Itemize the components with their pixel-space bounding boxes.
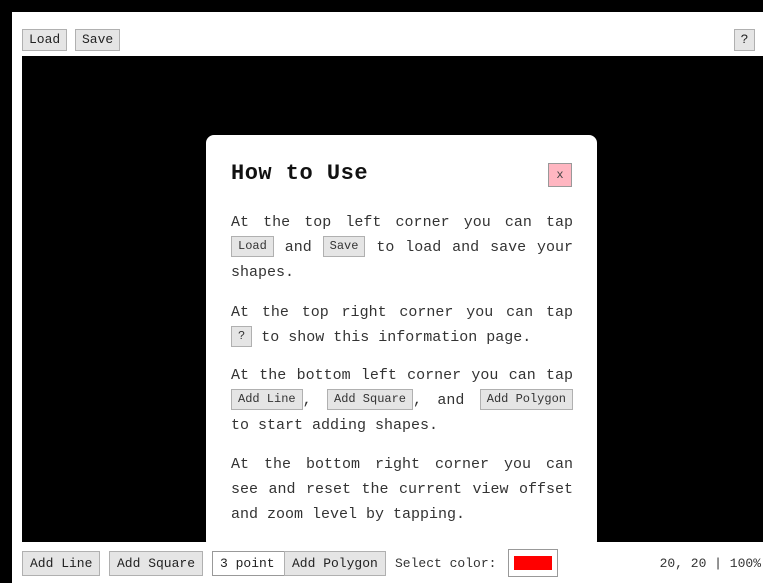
inline-add-line-button: Add Line <box>231 388 303 410</box>
add-square-button[interactable]: Add Square <box>109 551 204 576</box>
selected-color-swatch <box>514 556 552 570</box>
select-color-label: Select color: <box>395 556 497 571</box>
view-offset-zoom-readout[interactable]: 20, 20 | 100% <box>660 551 761 576</box>
bottom-toolbar: Add Line Add Square 3 point Add Polygon … <box>12 542 763 583</box>
dialog-title: How to Use <box>231 161 369 186</box>
add-line-button[interactable]: Add Line <box>22 551 101 576</box>
inline-add-square-button: Add Square <box>327 388 414 410</box>
color-picker[interactable] <box>508 549 558 577</box>
inline-save-button: Save <box>322 235 366 257</box>
load-button[interactable]: Load <box>22 29 68 51</box>
help-paragraph-add-shapes: At the bottom left corner you can tap Ad… <box>231 367 573 434</box>
polygon-points-input[interactable]: 3 point <box>212 551 285 576</box>
add-polygon-button[interactable]: Add Polygon <box>284 551 386 576</box>
close-button[interactable]: x <box>548 163 572 187</box>
help-paragraph-view-reset: At the bottom right corner you can see a… <box>231 456 573 523</box>
save-button[interactable]: Save <box>75 29 121 51</box>
inline-help-button: ? <box>231 325 253 347</box>
top-toolbar: Load Save ? <box>12 12 763 56</box>
help-paragraph-help: At the top right corner you can tap ? to… <box>231 304 573 347</box>
help-dialog: How to Use x At the top left corner you … <box>206 135 597 549</box>
inline-load-button: Load <box>231 235 274 257</box>
drawing-canvas[interactable]: How to Use x At the top left corner you … <box>22 56 763 549</box>
app-window: Load Save ? How to Use x At the top left… <box>12 12 763 583</box>
inline-add-polygon-button: Add Polygon <box>479 388 573 410</box>
help-paragraph-load-save: At the top left corner you can tap Load … <box>231 214 573 281</box>
help-button[interactable]: ? <box>734 29 755 51</box>
